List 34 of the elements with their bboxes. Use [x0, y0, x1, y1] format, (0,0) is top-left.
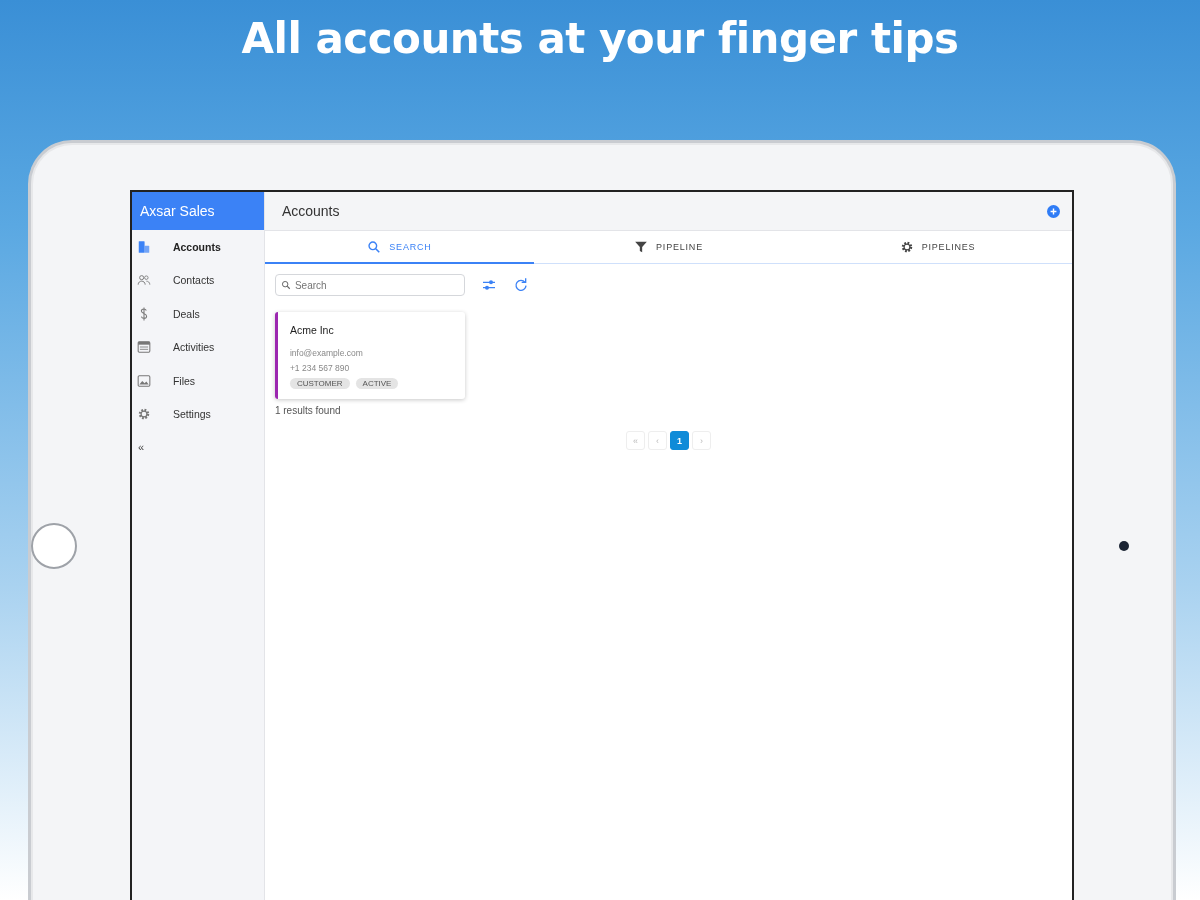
- account-email: info@example.com: [289, 348, 364, 358]
- sidebar-item[interactable]: Settings: [131, 397, 264, 431]
- collapse-button[interactable]: «: [137, 441, 145, 453]
- status-tag: ACTIVE: [355, 378, 399, 389]
- building-icon: [136, 239, 151, 254]
- sidebar-item[interactable]: Accounts: [131, 230, 264, 264]
- account-card[interactable]: Acme Inc info@example.com +1 234 567 890 CUSTOMER ACTIVE: [274, 312, 465, 399]
- sidebar-item[interactable]: Files: [131, 364, 264, 398]
- account-phone: +1 234 567 890: [289, 363, 351, 373]
- add-icon[interactable]: [1047, 204, 1061, 218]
- headline: All accounts at your finger tips: [241, 14, 959, 65]
- results-count: 1 results found: [274, 405, 342, 416]
- account-name: Acme Inc: [289, 324, 335, 336]
- settings-icon: [136, 407, 151, 422]
- home-button[interactable]: [31, 523, 78, 569]
- tab[interactable]: PIPELINE: [533, 231, 804, 264]
- tab[interactable]: SEARCH: [264, 231, 534, 264]
- sidebar-item[interactable]: Activities: [131, 330, 264, 364]
- people-icon: [136, 273, 151, 288]
- camera-dot: [1119, 541, 1130, 551]
- search-icon: [367, 239, 382, 254]
- search-field[interactable]: Search: [274, 274, 465, 296]
- image-icon: [136, 373, 151, 388]
- settings-icon: [899, 239, 914, 254]
- filter-icon: [634, 239, 649, 254]
- status-tag: CUSTOMER: [289, 378, 350, 389]
- page-button[interactable]: 1: [670, 431, 689, 450]
- page-title: Accounts: [281, 203, 340, 219]
- sidebar-item[interactable]: Deals: [131, 297, 264, 331]
- app-brand: Axsar Sales: [131, 192, 264, 230]
- tab[interactable]: PIPELINES: [803, 231, 1073, 264]
- calendar-icon: [136, 340, 151, 355]
- refresh-icon[interactable]: [512, 277, 529, 293]
- sidebar-item[interactable]: Contacts: [131, 263, 264, 297]
